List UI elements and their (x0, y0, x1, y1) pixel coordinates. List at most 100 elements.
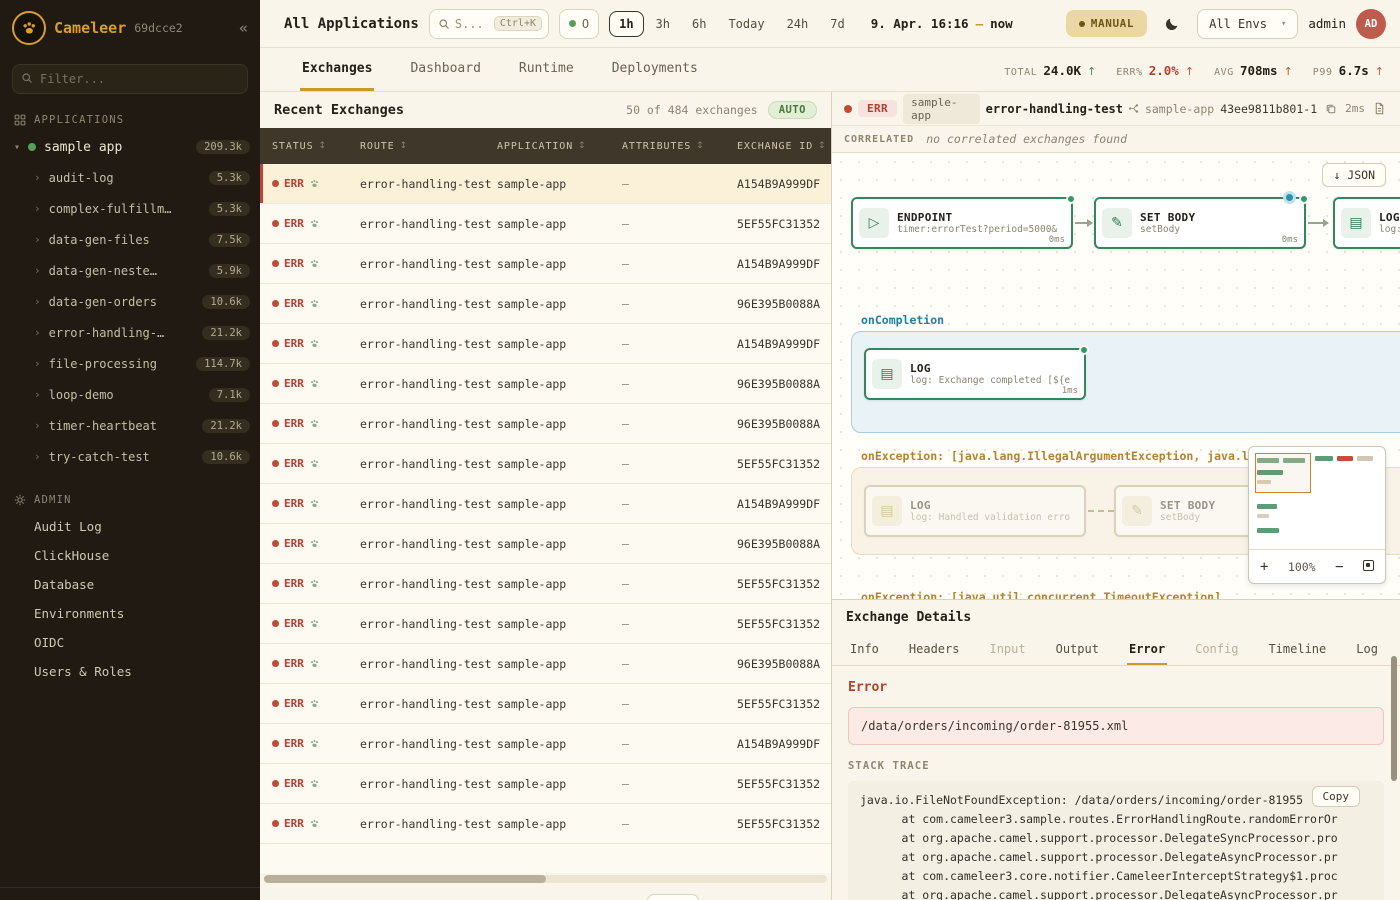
flow-node-set-body[interactable]: ✎ SET BODY setBody 0ms (1094, 197, 1306, 249)
attributes-cell: — (622, 377, 737, 391)
time-range-button[interactable]: 3h (646, 11, 680, 37)
copy-stack-button[interactable]: Copy (1312, 786, 1361, 807)
main-tab[interactable]: Runtime (517, 61, 576, 91)
flow-node-exception-log[interactable]: ▤ LOG log: Handled validation error: ${e… (864, 485, 1086, 537)
main-tab[interactable]: Dashboard (408, 61, 482, 91)
time-range-button[interactable]: 6h (682, 11, 716, 37)
table-row[interactable]: ERR error-handling-test sample-app — 5EF… (260, 444, 831, 484)
main-tab[interactable]: Deployments (610, 61, 700, 91)
sidebar-admin-item[interactable]: Audit Log (0, 512, 260, 541)
metric: TOTAL 24.0K ↑ (1004, 63, 1096, 78)
sidebar-admin-item[interactable]: ClickHouse (0, 541, 260, 570)
table-row[interactable]: ERR error-handling-test sample-app — A15… (260, 244, 831, 284)
manual-mode-button[interactable]: MANUAL (1066, 10, 1147, 37)
sidebar-admin-item[interactable]: Users & Roles (0, 657, 260, 686)
next-page-button[interactable]: › (791, 895, 817, 900)
paw-icon (309, 458, 320, 469)
detail-tab[interactable]: Config (1193, 634, 1240, 665)
detail-tab[interactable]: Output (1054, 634, 1101, 665)
scrollbar-thumb[interactable] (264, 875, 546, 883)
dark-mode-toggle[interactable] (1157, 9, 1187, 39)
status-label: ERR (284, 337, 304, 350)
sidebar-admin-item[interactable]: OIDC (0, 628, 260, 657)
route-name: data-gen-orders (49, 295, 157, 309)
sidebar-route-item[interactable]: › data-gen-orders 10.6k (0, 286, 260, 317)
route-flow-canvas[interactable]: ↓ JSON ▷ ENDPOINT timer:errorTest?period… (832, 153, 1400, 600)
sidebar-route-item[interactable]: › file-processing 114.7k (0, 348, 260, 379)
column-header[interactable]: ROUTE ↕ (360, 141, 497, 152)
detail-tab[interactable]: Log (1354, 634, 1380, 665)
route-cell: error-handling-test (360, 537, 497, 551)
copy-id-button[interactable] (1323, 101, 1339, 117)
table-row[interactable]: ERR error-handling-test sample-app — A15… (260, 724, 831, 764)
table-row[interactable]: ERR error-handling-test sample-app — 96E… (260, 284, 831, 324)
api-docs-link[interactable]: API Docs (0, 887, 260, 900)
user-avatar[interactable]: AD (1356, 9, 1386, 39)
sidebar-route-item[interactable]: › complex-fulfillm… 5.3k (0, 193, 260, 224)
sidebar-route-item[interactable]: › error-handling-… 21.2k (0, 317, 260, 348)
rows-per-page-select[interactable]: 25 ▾ (647, 894, 699, 900)
live-toggle[interactable]: O (559, 9, 599, 39)
table-row[interactable]: ERR error-handling-test sample-app — A15… (260, 164, 831, 204)
time-range-button[interactable]: 7d (820, 11, 854, 37)
exchange-id-cell: 5EF55FC31352 (737, 617, 831, 631)
global-search[interactable]: Ctrl+K (429, 9, 549, 39)
detail-tab[interactable]: Headers (907, 634, 962, 665)
main-tab[interactable]: Exchanges (300, 61, 374, 91)
sidebar-route-item[interactable]: › timer-heartbeat 21.2k (0, 410, 260, 441)
table-row[interactable]: ERR error-handling-test sample-app — A15… (260, 324, 831, 364)
search-input[interactable] (455, 17, 489, 31)
table-row[interactable]: ERR error-handling-test sample-app — 5EF… (260, 204, 831, 244)
auto-refresh-badge[interactable]: AUTO (768, 101, 817, 119)
prev-page-button[interactable]: ‹ (709, 895, 735, 900)
table-row[interactable]: ERR error-handling-test sample-app — 5EF… (260, 604, 831, 644)
manual-dot-icon (1079, 21, 1085, 27)
table-row[interactable]: ERR error-handling-test sample-app — 5EF… (260, 764, 831, 804)
route-cell: error-handling-test (360, 417, 497, 431)
column-header[interactable]: EXCHANGE ID ↕ (737, 141, 831, 152)
table-row[interactable]: ERR error-handling-test sample-app — A15… (260, 484, 831, 524)
time-range-button[interactable]: 24h (777, 11, 819, 37)
vertical-scrollbar-thumb[interactable] (1391, 656, 1397, 781)
table-row[interactable]: ERR error-handling-test sample-app — 5EF… (260, 684, 831, 724)
table-row[interactable]: ERR error-handling-test sample-app — 5EF… (260, 804, 831, 844)
metric: AVG 708ms ↑ (1214, 63, 1293, 78)
column-header[interactable]: STATUS ↕ (272, 141, 360, 152)
sidebar-route-item[interactable]: › try-catch-test 10.6k (0, 441, 260, 472)
time-range-button[interactable]: 1h (609, 11, 643, 37)
table-row[interactable]: ERR error-handling-test sample-app — 5EF… (260, 564, 831, 604)
table-row[interactable]: ERR error-handling-test sample-app — 96E… (260, 524, 831, 564)
sidebar-route-item[interactable]: › audit-log 5.3k (0, 162, 260, 193)
zoom-in-button[interactable]: + (1260, 559, 1268, 575)
time-range-button[interactable]: Today (718, 11, 774, 37)
column-header[interactable]: ATTRIBUTES ↕ (622, 141, 737, 152)
fit-view-button[interactable] (1363, 559, 1374, 575)
node-success-dot (1299, 194, 1309, 204)
minimap-viewport[interactable] (1255, 453, 1311, 493)
detail-tab[interactable]: Error (1127, 634, 1167, 665)
detail-tab[interactable]: Timeline (1266, 634, 1328, 665)
sidebar-collapse-button[interactable]: « (239, 19, 248, 37)
flow-node-log[interactable]: ▤ LOG log: Sta (1333, 197, 1400, 249)
filter-input[interactable] (12, 64, 248, 94)
table-row[interactable]: ERR error-handling-test sample-app — 96E… (260, 404, 831, 444)
open-log-button[interactable] (1371, 100, 1388, 117)
zoom-out-button[interactable]: − (1335, 559, 1343, 575)
flow-node-endpoint[interactable]: ▷ ENDPOINT timer:errorTest?period=5000&d… (851, 197, 1073, 249)
sidebar-item-sample-app[interactable]: ▾ sample app 209.3k (0, 132, 260, 162)
column-label: ATTRIBUTES (622, 141, 691, 152)
sidebar-route-item[interactable]: › data-gen-files 7.5k (0, 224, 260, 255)
sidebar-route-item[interactable]: › loop-demo 7.1k (0, 379, 260, 410)
flow-node-completion-log[interactable]: ▤ LOG log: Exchange completed [${exchan … (864, 348, 1086, 400)
sidebar-route-item[interactable]: › data-gen-neste… 5.9k (0, 255, 260, 286)
table-row[interactable]: ERR error-handling-test sample-app — 96E… (260, 644, 831, 684)
column-header[interactable]: APPLICATION ↕ (497, 141, 622, 152)
sidebar-admin-item[interactable]: Environments (0, 599, 260, 628)
download-json-button[interactable]: ↓ JSON (1322, 163, 1386, 187)
table-row[interactable]: ERR error-handling-test sample-app — 96E… (260, 364, 831, 404)
detail-tab[interactable]: Input (987, 634, 1027, 665)
sidebar-admin-item[interactable]: Database (0, 570, 260, 599)
environment-select[interactable]: All Envs ▾ (1197, 9, 1298, 39)
main-area: All Applications Ctrl+K O 1h3h6hToday24h… (260, 0, 1400, 900)
detail-tab[interactable]: Info (848, 634, 881, 665)
